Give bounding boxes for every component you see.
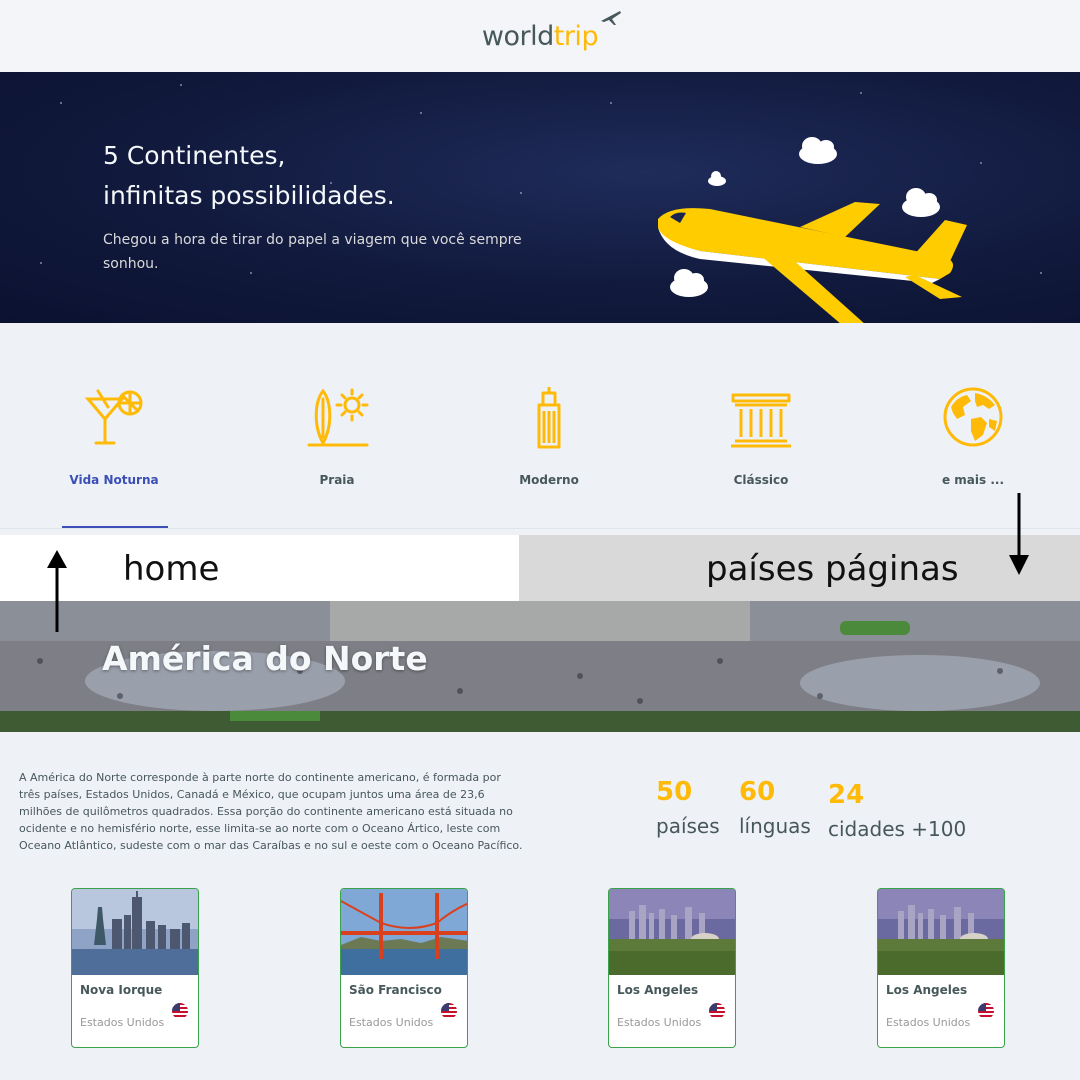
annotation-paises-label: países páginas: [706, 549, 959, 589]
category-label: Clássico: [733, 473, 789, 487]
stat-cidades: 24 cidades +100: [828, 779, 966, 843]
hero-banner: 5 Continentes, infinitas possibilidades.…: [0, 72, 1080, 323]
us-flag-icon: [709, 1003, 725, 1019]
stat-value: 50: [656, 777, 693, 807]
category-classico[interactable]: Clássico: [681, 385, 841, 487]
cloud-icon: [708, 171, 726, 186]
stat-value: 60: [739, 777, 776, 807]
stat-label: países: [656, 814, 720, 838]
arrow-down-icon: [1009, 493, 1029, 575]
airplane-illustration: [658, 137, 967, 323]
header: worldtrip: [0, 0, 1080, 72]
stat-value: 24: [828, 780, 865, 810]
city-country: Estados Unidos: [349, 1016, 434, 1029]
arrow-up-icon: [47, 550, 67, 632]
hero-title-line1: 5 Continentes,: [103, 141, 286, 170]
category-e-mais[interactable]: e mais ...: [893, 385, 1053, 487]
continent-description: A América do Norte corresponde à parte n…: [19, 771, 523, 852]
skyscraper-icon: [537, 387, 561, 449]
city-card[interactable]: Los Angeles Estados Unidos: [877, 888, 1005, 1048]
city-country: Estados Unidos: [80, 1016, 165, 1029]
us-flag-icon: [441, 1003, 457, 1019]
airplane-icon: [601, 10, 622, 25]
category-vida-noturna[interactable]: Vida Noturna: [34, 385, 194, 487]
city-country: Estados Unidos: [617, 1016, 702, 1029]
category-label: Praia: [319, 473, 355, 487]
city-photo: [878, 889, 1004, 975]
classical-building-icon: [731, 393, 791, 448]
divider: [0, 528, 1080, 529]
cloud-icon: [902, 188, 940, 217]
logo-trip-text: trip: [553, 20, 599, 52]
annotation-band-home: [0, 535, 519, 601]
travel-categories: Vida Noturna Praia Moderno Clássico e ma…: [0, 385, 1080, 495]
city-card[interactable]: Nova Iorque Estados Unidos: [71, 888, 199, 1048]
hero-title: 5 Continentes, infinitas possibilidades.: [103, 136, 395, 216]
annotation-home-label: home: [123, 549, 220, 589]
stat-paises: 50 países: [656, 776, 720, 840]
stat-label: cidades +100: [828, 817, 967, 841]
city-photo: [72, 889, 198, 975]
city-name: Los Angeles: [617, 983, 699, 997]
cloud-icon: [799, 137, 837, 164]
globe-icon: [943, 387, 1003, 447]
city-country: Estados Unidos: [886, 1016, 971, 1029]
us-flag-icon: [978, 1003, 994, 1019]
stat-label: línguas: [739, 814, 811, 838]
city-photo: [609, 889, 735, 975]
city-card[interactable]: Los Angeles Estados Unidos: [608, 888, 736, 1048]
category-moderno[interactable]: Moderno: [469, 385, 629, 487]
hero-subtitle: Chegou a hora de tirar do papel a viagem…: [103, 232, 522, 272]
continent-title: América do Norte: [102, 639, 428, 678]
category-label: Moderno: [519, 473, 579, 487]
city-photo: [341, 889, 467, 975]
stat-linguas: 60 línguas: [739, 776, 811, 840]
logo-world-text: world: [481, 20, 554, 52]
hero-title-line2: infinitas possibilidades.: [103, 181, 395, 210]
category-praia[interactable]: Praia: [257, 385, 417, 487]
continent-banner: América do Norte: [0, 601, 1080, 732]
city-name: Los Angeles: [886, 983, 968, 997]
category-label: Vida Noturna: [69, 473, 159, 487]
us-flag-icon: [172, 1003, 188, 1019]
surfboard-sun-icon: [307, 388, 369, 447]
worldtrip-logo[interactable]: worldtrip: [481, 10, 622, 52]
category-label: e mais ...: [941, 473, 1005, 487]
city-name: Nova Iorque: [80, 983, 163, 997]
city-card[interactable]: São Francisco Estados Unidos: [340, 888, 468, 1048]
cocktail-icon: [84, 389, 143, 445]
cloud-icon: [670, 269, 708, 297]
city-name: São Francisco: [349, 983, 442, 997]
